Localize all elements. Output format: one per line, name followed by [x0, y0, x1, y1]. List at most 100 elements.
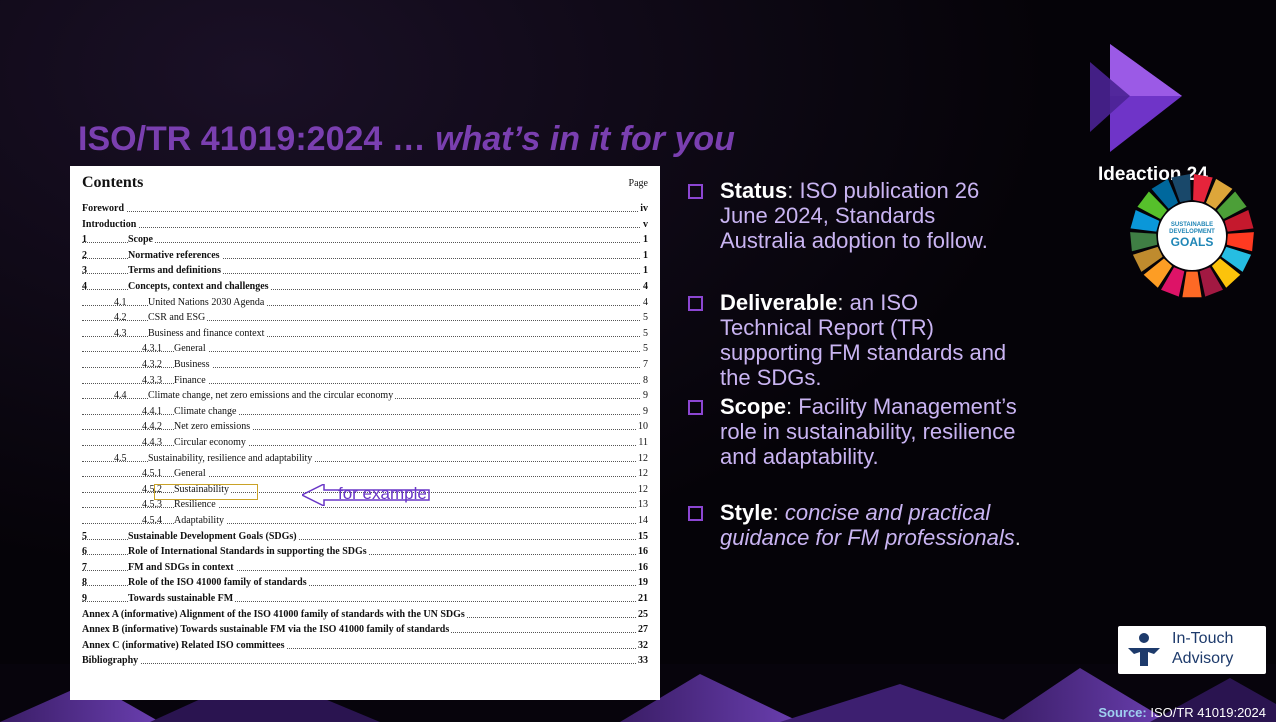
toc-page: 32	[636, 638, 648, 653]
toc-number: 6	[82, 546, 87, 558]
intouch-person-icon	[1128, 633, 1160, 666]
toc-row: 4.2 CSR and ESG 5	[82, 311, 648, 326]
toc-page: v	[641, 217, 648, 232]
toc-number: 2	[82, 249, 87, 261]
toc-label: Scope	[128, 233, 155, 248]
toc-page: 7	[641, 358, 648, 372]
toc-page: 16	[636, 545, 648, 560]
toc-row: 7 FM and SDGs in context 16	[82, 560, 648, 575]
toc-label: General	[174, 342, 208, 357]
toc-row: 4 Concepts, context and challenges 4	[82, 280, 648, 294]
toc-label: Adaptability	[174, 514, 226, 528]
bullet-key: Status	[720, 178, 788, 203]
leader-dots	[82, 351, 648, 353]
source-label: Source:	[1098, 705, 1147, 720]
sdg-segment	[1226, 232, 1254, 252]
intouch-line1: In-Touch	[1172, 630, 1234, 647]
leader-dots	[82, 523, 648, 524]
toc-page: 12	[636, 467, 648, 482]
toc-row: 4.5.4 Adaptability 14	[82, 514, 648, 528]
sdg-line3: GOALS	[1170, 235, 1214, 249]
toc-number: 9	[82, 593, 87, 604]
toc-row: 3 Terms and definitions 1	[82, 264, 648, 279]
sdg-segment	[1182, 271, 1202, 298]
toc-page: 14	[636, 514, 648, 528]
page-column-header: Page	[628, 178, 648, 189]
toc-page: 12	[636, 451, 648, 466]
leader-dots	[82, 507, 648, 509]
toc-page: 11	[636, 436, 648, 450]
toc-number: 1	[82, 234, 87, 246]
toc-row: 4.4 Climate change, net zero emissions an…	[82, 389, 648, 404]
leader-dots	[82, 413, 648, 415]
toc-label: Bibliography	[82, 654, 141, 669]
toc-label: General	[174, 467, 208, 482]
resilience-highlight	[154, 484, 258, 500]
toc-row: Annex A (informative) Alignment of the I…	[82, 607, 648, 622]
toc-number: 4.5.4	[142, 515, 162, 526]
toc-label: Business	[174, 358, 212, 372]
sdg-line1: SUSTAINABLE	[1170, 222, 1214, 228]
toc-row: 5 Sustainable Development Goals (SDGs) 15	[82, 529, 648, 544]
toc-page: 5	[641, 311, 648, 326]
toc-number: 4.3	[114, 327, 127, 339]
toc-label: Business and finance context	[148, 326, 267, 341]
toc-label: Climate change	[174, 404, 239, 419]
toc-label: Sustainability, resilience and adaptabil…	[148, 451, 315, 466]
toc-label: Annex B (informative) Towards sustainabl…	[82, 623, 452, 638]
intouch-line2: Advisory	[1172, 650, 1234, 667]
toc-page: 21	[636, 592, 648, 606]
toc-page: 12	[636, 482, 648, 497]
toc-row: 4.3.2 Business 7	[82, 358, 648, 372]
leader-dots	[82, 367, 648, 368]
sdg-segment	[1130, 232, 1158, 252]
toc-number: 3	[82, 265, 87, 277]
toc-row: 4.5 Sustainability, resilience and adapta…	[82, 451, 648, 466]
toc-label: Role of International Standards in suppo…	[128, 545, 369, 560]
toc-label: Normative references	[128, 248, 222, 263]
toc-number: 4.3.2	[142, 359, 162, 370]
toc-page: 9	[641, 404, 648, 419]
bullet-sep: :	[786, 394, 799, 419]
bullet-key: Deliverable	[720, 290, 838, 315]
sdg-label: SUSTAINABLE DEVELOPMENT GOALS	[1162, 222, 1222, 249]
title-subtitle: what’s in it for you	[435, 120, 735, 158]
toc-page: 19	[636, 576, 648, 591]
toc-page: 9	[641, 389, 648, 404]
toc-label: Sustainable Development Goals (SDGs)	[128, 529, 299, 544]
slide: Ideaction.24 ISO/TR 41019:2024 … what’s …	[0, 0, 1276, 722]
toc-row: 4.5.1 General 12	[82, 467, 648, 482]
toc-label: Towards sustainable FM	[128, 592, 236, 606]
toc-page: 13	[636, 498, 648, 513]
bullet-tail: .	[1014, 525, 1021, 550]
toc-page: 8	[641, 373, 648, 388]
toc-label: Introduction	[82, 217, 139, 232]
checkbox-icon	[688, 184, 703, 199]
contents-page: Contents Page Foreword iv Introduction v 1 Sc…	[70, 166, 660, 700]
toc-label: Circular economy	[174, 436, 248, 450]
bullet-key: Style	[720, 500, 773, 525]
toc-page: 1	[641, 233, 648, 248]
sdg-logo: SUSTAINABLE DEVELOPMENT GOALS	[1128, 172, 1256, 300]
toc-number: 4.5.3	[142, 499, 162, 511]
toc-page: 15	[636, 529, 648, 544]
toc-label: Foreword	[82, 202, 127, 216]
toc-label: FM and SDGs in context	[128, 560, 236, 575]
toc-label: United Nations 2030 Agenda	[148, 295, 267, 310]
toc-number: 4	[82, 281, 87, 292]
toc-row: Foreword iv	[82, 202, 648, 216]
toc-page: 16	[636, 560, 648, 575]
toc-page: 25	[636, 607, 648, 622]
toc-number: 4.4.2	[142, 421, 162, 433]
leader-dots	[82, 382, 648, 384]
toc-row: 9 Towards sustainable FM 21	[82, 592, 648, 606]
toc-page: iv	[638, 202, 648, 216]
toc-page: 10	[636, 420, 648, 435]
toc-row: 2 Normative references 1	[82, 248, 648, 263]
source-value: ISO/TR 41019:2024	[1146, 705, 1266, 720]
toc-number: 4.4.3	[142, 437, 162, 448]
toc-label: CSR and ESG	[148, 311, 208, 326]
leader-dots	[82, 663, 648, 665]
toc-label: Resilience	[174, 498, 218, 513]
toc-row: Bibliography 33	[82, 654, 648, 669]
